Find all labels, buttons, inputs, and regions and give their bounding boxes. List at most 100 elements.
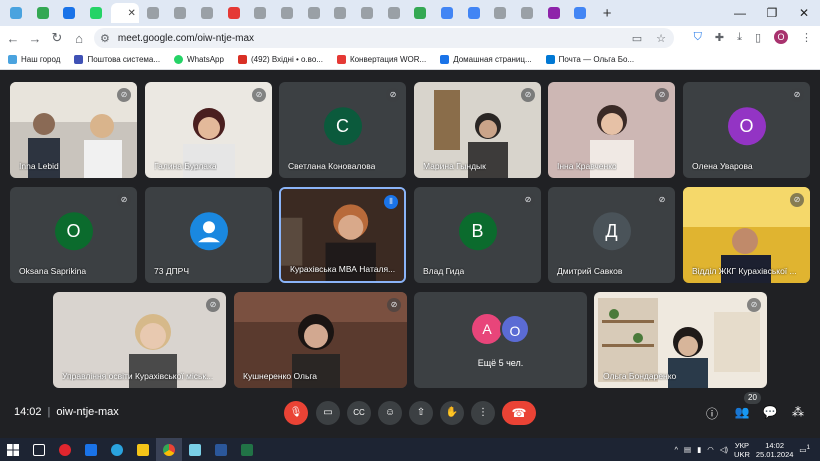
battery-icon[interactable]: ▮	[697, 445, 701, 454]
participant-tile[interactable]: О ⊘ Oksana Saprikina	[10, 187, 137, 283]
bookmark-item[interactable]: (492) Вхідні • о.во...	[237, 55, 323, 64]
outlook-icon	[545, 55, 555, 64]
chrome-icon[interactable]	[156, 438, 182, 461]
browser-tab[interactable]	[435, 3, 459, 23]
bookmark-item[interactable]: Домашная страниц...	[440, 55, 532, 64]
tab-favicon-icon	[10, 7, 22, 19]
bookmark-item[interactable]: Почта — Ольга Бо...	[545, 55, 634, 64]
participant-tile[interactable]: ⊘ Інна Кравченко	[548, 82, 675, 178]
forward-arrow-icon[interactable]: →	[24, 31, 46, 46]
participant-tile[interactable]: 73 ДПРЧ	[145, 187, 272, 283]
participant-tile[interactable]: ⊘ Галина Бурлака	[145, 82, 272, 178]
meeting-details-icon[interactable]: ⓘ	[704, 405, 720, 422]
bookmark-item[interactable]: Наш город	[8, 55, 60, 64]
url-field[interactable]: ⚙ meet.google.com/oiw-ntje-max ▭ ☆	[94, 28, 674, 48]
mail-icon[interactable]	[78, 438, 104, 461]
browser-tab-active[interactable]: ✕	[110, 3, 139, 23]
meet-stage: ⊘ Inna Lebid ⊘ Галина Бурлака С ⊘ Светла…	[0, 71, 820, 438]
menu-kebab-icon[interactable]: ⋮	[801, 31, 812, 44]
minimize-button[interactable]: —	[724, 0, 756, 26]
browser-tab[interactable]	[4, 3, 28, 23]
browser-tab[interactable]	[302, 3, 326, 23]
wifi-icon[interactable]: ◠	[707, 445, 714, 454]
participant-tile[interactable]: ⊘ Inna Lebid	[10, 82, 137, 178]
captions-button[interactable]: CC	[347, 401, 371, 425]
browser-tab[interactable]	[382, 3, 406, 23]
file-explorer-icon[interactable]	[130, 438, 156, 461]
participant-tile[interactable]: ⊘ Відділ ЖКГ Курахівської ...	[683, 187, 810, 283]
browser-tab[interactable]	[462, 3, 486, 23]
participant-tile[interactable]: ⊘ Кушнеренко Ольга	[234, 292, 407, 388]
network-icon[interactable]: ▤	[684, 445, 691, 454]
bookmark-item[interactable]: WhatsApp	[174, 55, 224, 64]
tab-favicon-icon	[307, 7, 320, 19]
browser-tab[interactable]	[328, 3, 352, 23]
people-icon[interactable]: 👥	[734, 405, 750, 419]
raise-hand-button[interactable]: ✋	[440, 401, 464, 425]
browser-tab[interactable]	[275, 3, 299, 23]
browser-tab[interactable]	[31, 3, 55, 23]
extension-shield-icon[interactable]: ⛉	[694, 31, 702, 44]
camera-icon[interactable]: ▭	[632, 32, 642, 45]
start-button[interactable]	[0, 438, 26, 461]
sidepanel-icon[interactable]: ▯	[755, 31, 761, 44]
participant-tile[interactable]: С ⊘ Светлана Коновалова	[279, 82, 406, 178]
browser-tab[interactable]	[248, 3, 272, 23]
reactions-icon[interactable]: ☺	[378, 401, 402, 425]
more-participants-tile[interactable]: А О Ещё 5 чел.	[414, 292, 587, 388]
browser-tab[interactable]	[488, 3, 512, 23]
browser-tab[interactable]	[568, 3, 592, 23]
language-indicator[interactable]: УКР UKR	[734, 441, 750, 459]
browser-tab[interactable]	[515, 3, 539, 23]
browser-tab[interactable]	[168, 3, 192, 23]
browser-tab[interactable]	[195, 3, 219, 23]
notification-icon[interactable]: ▭1	[799, 444, 810, 455]
profile-avatar[interactable]: O	[774, 30, 788, 44]
more-options-button[interactable]: ⋮	[471, 401, 495, 425]
extensions-icon[interactable]: ✚	[715, 31, 724, 44]
tab-close-icon[interactable]: ✕	[128, 8, 136, 19]
maximize-button[interactable]: ❐	[756, 0, 788, 26]
app-icon[interactable]	[182, 438, 208, 461]
participant-tile[interactable]: ⊘ Марина Гындык	[414, 82, 541, 178]
participant-tile[interactable]: О ⊘ Олена Уварова	[683, 82, 810, 178]
participant-tile[interactable]: В ⊘ Влад Гида	[414, 187, 541, 283]
download-icon[interactable]: ⤓	[737, 31, 742, 44]
close-window-button[interactable]: ✕	[788, 0, 820, 26]
browser-tab[interactable]	[222, 3, 246, 23]
tray-chevron-icon[interactable]: ^	[674, 445, 678, 454]
browser-tab[interactable]	[408, 3, 432, 23]
participant-tile[interactable]: ⊘ Ольга Бондаренко	[594, 292, 767, 388]
participant-tile[interactable]: ⊘ Управління освіти Курахівської міськ..…	[53, 292, 226, 388]
system-clock[interactable]: 14:02 25.01.2024	[756, 441, 794, 459]
reload-icon[interactable]: ↻	[46, 30, 68, 46]
volume-icon[interactable]: ◁)	[720, 445, 728, 454]
home-icon[interactable]: ⌂	[68, 31, 90, 46]
mic-off-icon: ⊘	[387, 298, 401, 312]
activities-icon[interactable]: ⁂	[790, 405, 806, 419]
word-icon[interactable]	[208, 438, 234, 461]
bookmark-item[interactable]: Конвертация WOR...	[336, 55, 426, 64]
participant-tile[interactable]: Д ⊘ Дмитрий Савков	[548, 187, 675, 283]
browser-tab[interactable]	[355, 3, 379, 23]
present-screen-button[interactable]: ⇧	[409, 401, 433, 425]
browser-tab[interactable]	[84, 3, 108, 23]
mic-toggle-button[interactable]: 🎙︎	[284, 401, 308, 425]
mic-off-icon: ⊘	[521, 88, 535, 102]
new-tab-button[interactable]: +	[597, 5, 617, 22]
bookmark-star-icon[interactable]: ☆	[656, 32, 666, 45]
back-arrow-icon[interactable]: ←	[2, 31, 24, 46]
chat-icon[interactable]: 💬	[762, 405, 778, 419]
leave-call-button[interactable]: ☎	[502, 401, 536, 425]
participant-tile-speaking[interactable]: ⦀ Курахівська МВА Наталя...	[279, 187, 406, 283]
bookmark-item[interactable]: Поштова система...	[74, 55, 160, 64]
opera-icon[interactable]	[52, 438, 78, 461]
browser-tab[interactable]	[57, 3, 81, 23]
taskview-icon[interactable]	[26, 438, 52, 461]
site-info-icon[interactable]: ⚙	[100, 32, 110, 45]
browser-tab[interactable]	[542, 3, 566, 23]
telegram-icon[interactable]	[104, 438, 130, 461]
camera-toggle-button[interactable]: ▭	[316, 401, 340, 425]
browser-tab[interactable]	[141, 3, 165, 23]
excel-icon[interactable]	[234, 438, 260, 461]
